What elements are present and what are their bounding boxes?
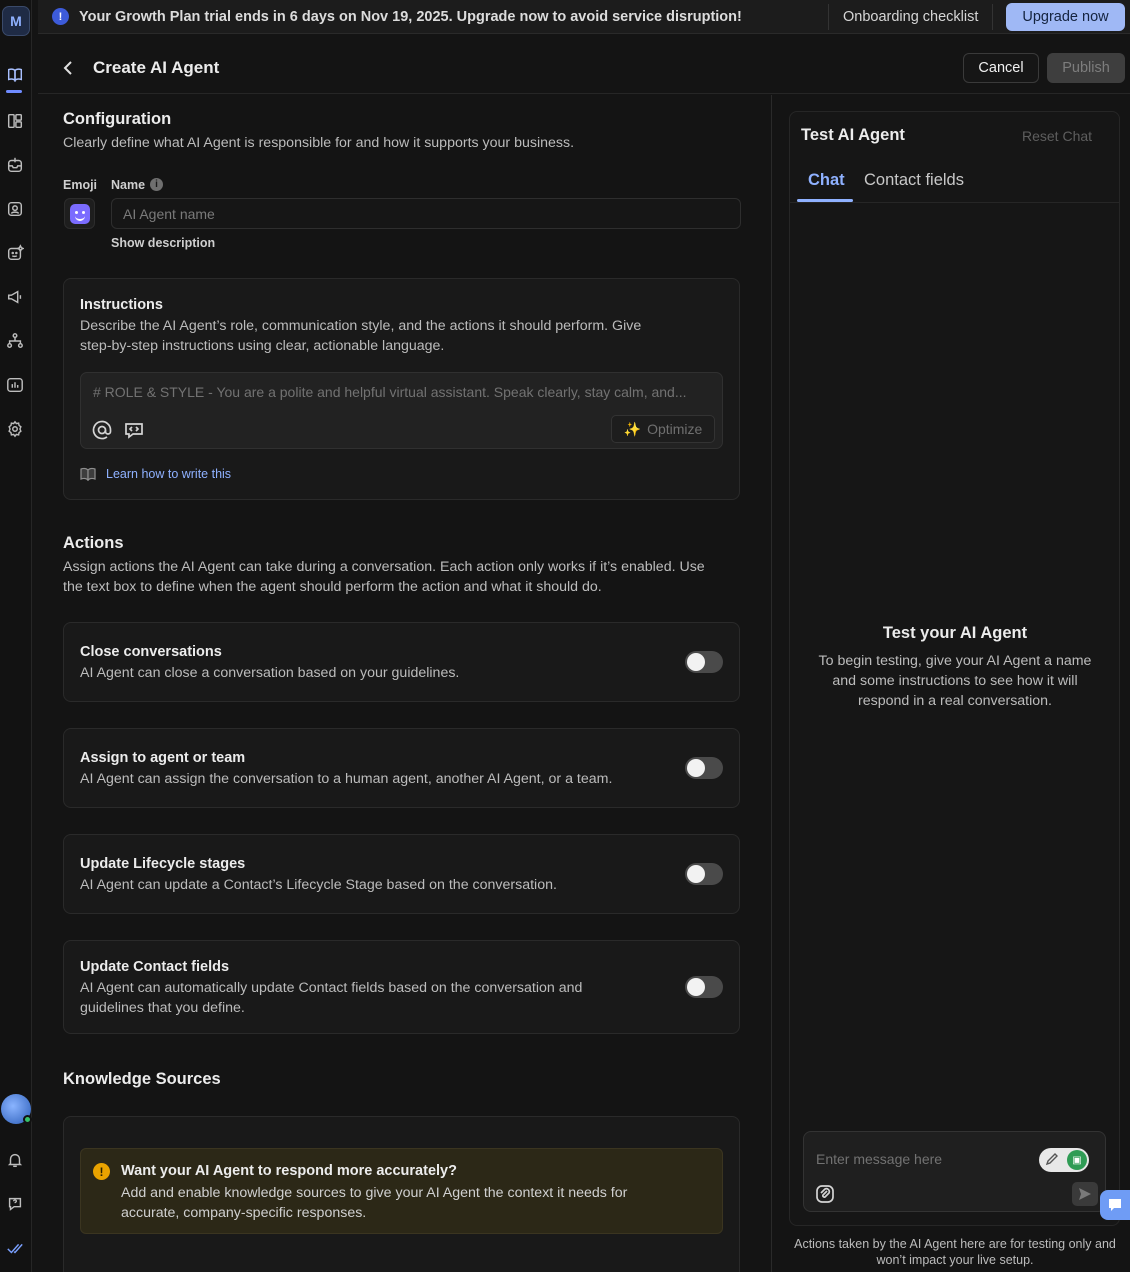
ai-agent-icon[interactable] <box>5 243 25 263</box>
empty-line-1: To begin testing, give your AI Agent a n… <box>818 653 1092 669</box>
configuration-description: Clearly define what AI Agent is responsi… <box>63 135 575 151</box>
empty-line-3: respond in a real conversation. <box>857 693 1052 709</box>
learn-how-link[interactable]: Learn how to write this <box>80 467 231 481</box>
action-description-2: guidelines that you define. <box>80 1000 245 1016</box>
mention-icon[interactable] <box>91 419 113 441</box>
inbox-icon[interactable] <box>5 155 25 175</box>
action-card-close <box>63 622 740 702</box>
agent-name-input[interactable]: AI Agent name <box>111 198 741 229</box>
contact-fields-toggle[interactable] <box>685 976 723 998</box>
info-icon: ! <box>52 8 69 25</box>
action-title: Update Contact fields <box>80 959 230 975</box>
action-description: AI Agent can update a Contact’s Lifecycl… <box>80 877 557 893</box>
layout-icon[interactable] <box>5 111 25 131</box>
instructions-placeholder: # ROLE & STYLE - You are a polite and he… <box>93 384 687 400</box>
upgrade-now-button[interactable]: Upgrade now <box>1006 3 1125 31</box>
empty-state-title: Test your AI Agent <box>882 624 1028 642</box>
test-agent-title: Test AI Agent <box>801 126 905 144</box>
tabs-border <box>790 202 1119 203</box>
show-description-link[interactable]: Show description <box>111 236 215 250</box>
name-info-icon[interactable]: i <box>150 178 163 191</box>
action-title: Close conversations <box>80 644 222 660</box>
action-card-assign <box>63 728 740 808</box>
optimize-label: Optimize <box>647 421 703 437</box>
ai-mode-switch[interactable]: ▣ <box>1039 1148 1089 1172</box>
action-description-1: AI Agent can automatically update Contac… <box>80 980 583 996</box>
page-header: Create AI Agent Cancel Publish <box>38 44 1130 94</box>
message-placeholder: Enter message here <box>816 1151 943 1167</box>
code-snippet-icon[interactable] <box>123 419 145 441</box>
emoji-picker[interactable] <box>64 198 95 229</box>
bot-icon: ▣ <box>1067 1150 1087 1170</box>
footnote-line-2: won’t impact your live setup. <box>876 1253 1034 1267</box>
pencil-icon <box>1045 1153 1058 1166</box>
learn-how-label: Learn how to write this <box>106 467 232 481</box>
action-title: Assign to agent or team <box>80 750 246 766</box>
left-rail: M <box>0 0 32 1272</box>
notification-bell-icon[interactable] <box>5 1150 25 1170</box>
actions-description-1: Assign actions the AI Agent can take dur… <box>63 559 705 575</box>
empty-state-description: To begin testing, give your AI Agent a n… <box>805 651 1105 711</box>
support-chat-button[interactable] <box>1100 1190 1130 1220</box>
knowledge-sources-title: Knowledge Sources <box>63 1070 221 1088</box>
tab-contact-fields[interactable]: Contact fields <box>864 171 964 190</box>
instructions-textarea[interactable]: # ROLE & STYLE - You are a polite and he… <box>80 372 723 449</box>
empty-line-2: and some instructions to see how it will <box>832 673 1078 689</box>
trial-message: Your Growth Plan trial ends in 6 days on… <box>79 9 742 25</box>
action-card-lifecycle <box>63 834 740 914</box>
close-conversations-toggle[interactable] <box>685 651 723 673</box>
action-title: Update Lifecycle stages <box>80 856 246 872</box>
lifecycle-stages-toggle[interactable] <box>685 863 723 885</box>
name-label: Name <box>111 178 146 192</box>
warning-line-2: accurate, company-specific responses. <box>121 1205 367 1221</box>
checks-icon[interactable] <box>5 1238 25 1258</box>
instructions-description-2: step-by-step instructions using clear, a… <box>80 338 445 354</box>
workflow-icon[interactable] <box>5 331 25 351</box>
emoji-label: Emoji <box>63 178 98 192</box>
help-icon[interactable] <box>5 1194 25 1214</box>
warning-title: Want your AI Agent to respond more accur… <box>121 1163 457 1179</box>
optimize-button[interactable]: ✨ Optimize <box>611 415 715 443</box>
configuration-title: Configuration <box>63 110 172 128</box>
contacts-icon[interactable] <box>5 199 25 219</box>
publish-button[interactable]: Publish <box>1047 53 1125 83</box>
magic-wand-icon: ✨ <box>623 420 642 437</box>
instructions-description-1: Describe the AI Agent’s role, communicat… <box>80 318 642 334</box>
page-title: Create AI Agent <box>93 58 220 77</box>
panel-divider <box>771 95 772 1272</box>
tab-chat[interactable]: Chat <box>808 171 845 190</box>
trial-banner: ! Your Growth Plan trial ends in 6 days … <box>38 0 1130 34</box>
actions-title: Actions <box>63 534 124 552</box>
footnote-line-1: Actions taken by the AI Agent here are f… <box>794 1237 1116 1251</box>
settings-icon[interactable] <box>5 419 25 439</box>
attachment-icon[interactable] <box>815 1184 835 1204</box>
chat-bubble-icon <box>1109 1199 1121 1211</box>
warning-line-1: Add and enable knowledge sources to give… <box>121 1185 628 1201</box>
send-button[interactable] <box>1072 1182 1098 1206</box>
warning-description: Add and enable knowledge sources to give… <box>121 1183 711 1223</box>
user-avatar[interactable] <box>1 1094 32 1124</box>
actions-description-2: the text box to define when the agent sh… <box>63 579 602 595</box>
active-indicator <box>6 90 22 93</box>
message-composer[interactable]: Enter message here ▣ <box>803 1131 1106 1212</box>
assign-agent-toggle[interactable] <box>685 757 723 779</box>
workspace-logo[interactable]: M <box>2 6 30 36</box>
onboarding-checklist-button[interactable]: Onboarding checklist <box>828 4 994 30</box>
back-arrow-icon[interactable] <box>58 58 78 78</box>
megaphone-icon[interactable] <box>5 287 25 307</box>
knowledge-warning: ! Want your AI Agent to respond more acc… <box>80 1148 723 1234</box>
open-book-icon <box>80 467 96 481</box>
reports-icon[interactable] <box>5 375 25 395</box>
send-icon <box>1079 1188 1091 1200</box>
action-description: AI Agent can close a conversation based … <box>80 665 460 681</box>
testing-footnote: Actions taken by the AI Agent here are f… <box>783 1236 1127 1268</box>
reset-chat-button[interactable]: Reset Chat <box>1022 128 1092 144</box>
online-status-dot <box>23 1115 32 1124</box>
warning-icon: ! <box>93 1163 110 1180</box>
instructions-title: Instructions <box>80 297 163 313</box>
book-icon[interactable] <box>5 65 25 85</box>
cancel-button[interactable]: Cancel <box>963 53 1039 83</box>
action-description: AI Agent can assign the conversation to … <box>80 771 613 787</box>
robot-face-icon <box>69 203 90 224</box>
